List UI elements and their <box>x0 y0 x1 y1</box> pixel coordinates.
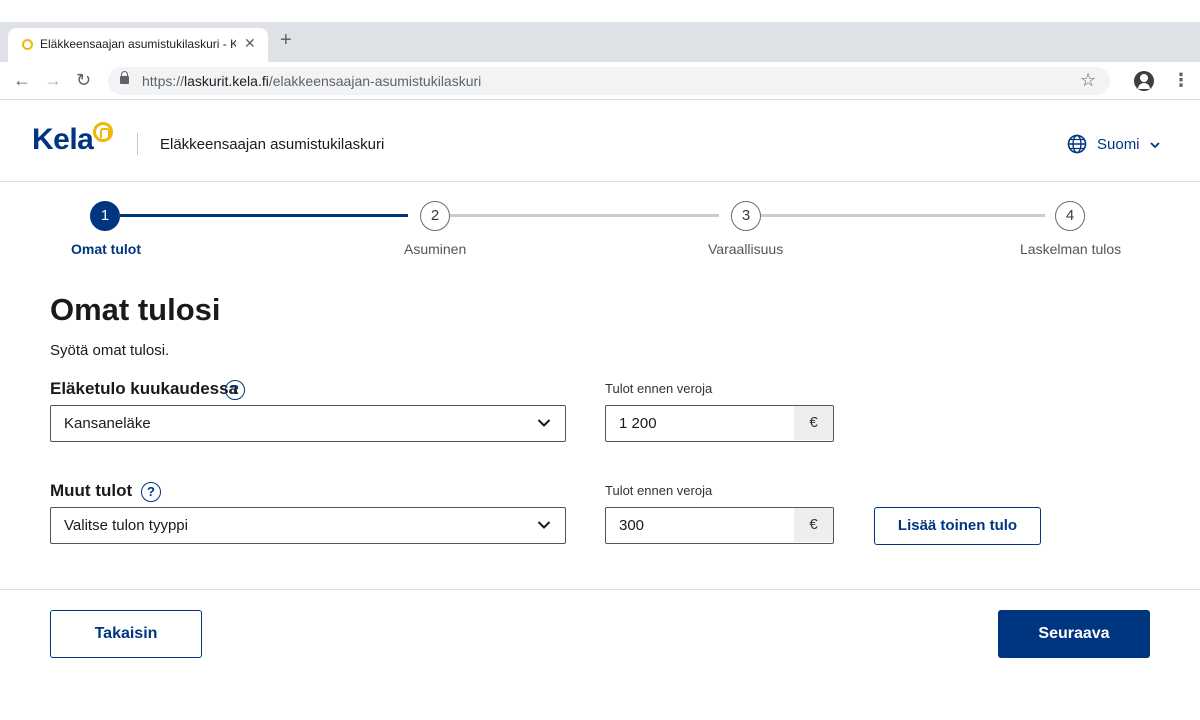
step-4-circle: 4 <box>1055 201 1085 231</box>
step-2-label: Asuminen <box>404 241 467 257</box>
pension-amount-field: € <box>605 405 834 442</box>
other-amount-field: € <box>605 507 834 544</box>
app-title: Eläkkeensaajan asumistukilaskuri <box>160 136 385 153</box>
chevron-down-icon <box>537 521 551 529</box>
page-title: Omat tulosi <box>50 292 221 327</box>
chevron-down-icon <box>537 419 551 427</box>
url-text[interactable]: https://laskurit.kela.fi/elakkeensaajan-… <box>142 73 481 89</box>
step-connector-done <box>120 214 408 217</box>
step-3-label: Varaallisuus <box>708 241 784 257</box>
other-income-type-select[interactable]: Valitse tulon tyyppi <box>50 507 566 544</box>
pension-type-select[interactable]: Kansaneläke <box>50 405 566 442</box>
tab-close-icon[interactable]: ✕ <box>244 35 256 51</box>
profile-avatar-icon[interactable] <box>1134 71 1154 91</box>
pension-type-value: Kansaneläke <box>64 415 151 432</box>
currency-euro: € <box>794 406 833 440</box>
kela-favicon-icon <box>22 39 33 50</box>
pension-help-icon[interactable]: ? <box>225 380 245 400</box>
step-connector <box>761 214 1045 217</box>
currency-euro: € <box>794 508 833 542</box>
header-divider <box>137 133 138 155</box>
step-1-label: Omat tulot <box>71 241 141 257</box>
forward-arrow-icon[interactable]: → <box>44 70 62 90</box>
screen-top-margin <box>0 0 1200 22</box>
other-income-label: Muut tulot <box>50 481 133 500</box>
reload-icon[interactable]: ↻ <box>76 70 91 90</box>
pension-amount-input[interactable] <box>606 406 794 440</box>
step-connector <box>450 214 719 217</box>
step-4-label: Laskelman tulos <box>1020 241 1122 257</box>
step-2-circle: 2 <box>420 201 450 231</box>
add-income-button[interactable]: Lisää toinen tulo <box>874 507 1041 545</box>
lock-icon[interactable] <box>120 71 129 84</box>
next-button[interactable]: Seuraava <box>998 610 1150 658</box>
tab-title: Eläkkeensaajan asumistukilaskuri - Kela <box>40 37 236 51</box>
footer-divider <box>0 589 1200 590</box>
other-income-help-icon[interactable]: ? <box>141 482 161 502</box>
pension-amount-label: Tulot ennen veroja <box>605 381 713 396</box>
back-button[interactable]: Takaisin <box>50 610 202 658</box>
chevron-down-icon <box>1150 142 1160 149</box>
browser-menu-icon[interactable]: ⋮ <box>1172 70 1190 90</box>
browser-toolbar: ← → ↻ https://laskurit.kela.fi/elakkeens… <box>0 62 1200 100</box>
back-arrow-icon[interactable]: ← <box>13 70 31 90</box>
bookmark-star-icon[interactable]: ☆ <box>1080 70 1096 91</box>
other-amount-input[interactable] <box>606 508 794 542</box>
browser-tabstrip: Eläkkeensaajan asumistukilaskuri - Kela … <box>0 22 1200 62</box>
kela-logo-mark-icon <box>93 122 113 142</box>
globe-icon <box>1067 134 1087 154</box>
kela-logo[interactable]: Kela <box>32 123 94 157</box>
address-bar[interactable]: https://laskurit.kela.fi/elakkeensaajan-… <box>108 67 1110 95</box>
pension-income-label: Eläketulo kuukaudessa <box>50 379 239 398</box>
other-income-type-value: Valitse tulon tyyppi <box>64 517 188 534</box>
step-1-circle: 1 <box>90 201 120 231</box>
language-label: Suomi <box>1097 136 1140 153</box>
step-3-circle: 3 <box>731 201 761 231</box>
intro-text: Syötä omat tulosi. <box>50 342 170 359</box>
browser-tab[interactable]: Eläkkeensaajan asumistukilaskuri - Kela … <box>8 28 268 62</box>
other-amount-label: Tulot ennen veroja <box>605 483 713 498</box>
new-tab-icon[interactable]: + <box>280 30 292 50</box>
site-header: Kela Eläkkeensaajan asumistukilaskuri Su… <box>0 101 1200 182</box>
